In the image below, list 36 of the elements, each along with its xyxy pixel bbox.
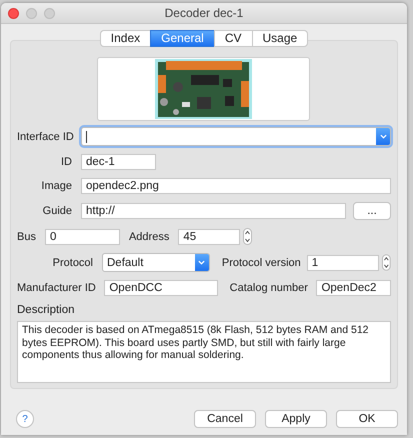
chevron-down-icon [380,134,386,139]
description-field[interactable]: This decoder is based on ATmega8515 (8k Flash, 512 bytes RAM and 512 bytes EEPROM). This board uses partly SMD, but still with fairly large components thus allowing for manual soldering. [17,321,391,383]
guide-field[interactable]: http:// [81,203,346,219]
id-field[interactable]: dec-1 [81,154,156,170]
protocol-dropdown[interactable]: Default [102,253,210,272]
dialog-button[interactable]: OK [336,410,398,428]
protocol-version-field[interactable]: 1 [306,254,380,270]
field-label: Manufacturer ID [17,282,96,294]
tab[interactable]: Usage [252,30,308,47]
image-field[interactable]: opendec2.png [81,178,391,194]
window-title: Decoder dec-1 [164,6,244,20]
help-button[interactable]: ? [16,410,34,428]
address-field[interactable]: 45 [178,228,240,244]
catalog-number-field[interactable]: OpenDec2 [316,280,391,296]
bus-field[interactable]: 0 [44,228,120,244]
close-button[interactable] [8,8,19,18]
field-label: Catalog number [230,282,308,294]
dialog-button[interactable]: Cancel [194,410,256,428]
field-label: ID [60,156,72,168]
tab[interactable]: Index [100,30,150,47]
spin-button[interactable] [382,254,391,271]
manufacturer-id-field[interactable]: OpenDCC [104,280,218,296]
field-label: Bus [17,230,36,242]
field-label: Interface ID [17,130,72,142]
spin-button[interactable] [243,228,252,245]
field-label: Protocol [52,256,93,268]
dialog-button[interactable]: Apply [265,410,327,428]
interface-id-combo[interactable] [81,127,391,146]
browse-button[interactable]: ... [353,202,391,220]
field-label: Image [40,180,72,192]
field-label: Protocol version [222,256,298,268]
tab[interactable]: CV [214,30,252,47]
field-label: Guide [42,205,72,217]
chevron-down-icon [198,260,206,265]
field-label: Address [128,230,170,242]
field-label: Description [17,304,76,316]
